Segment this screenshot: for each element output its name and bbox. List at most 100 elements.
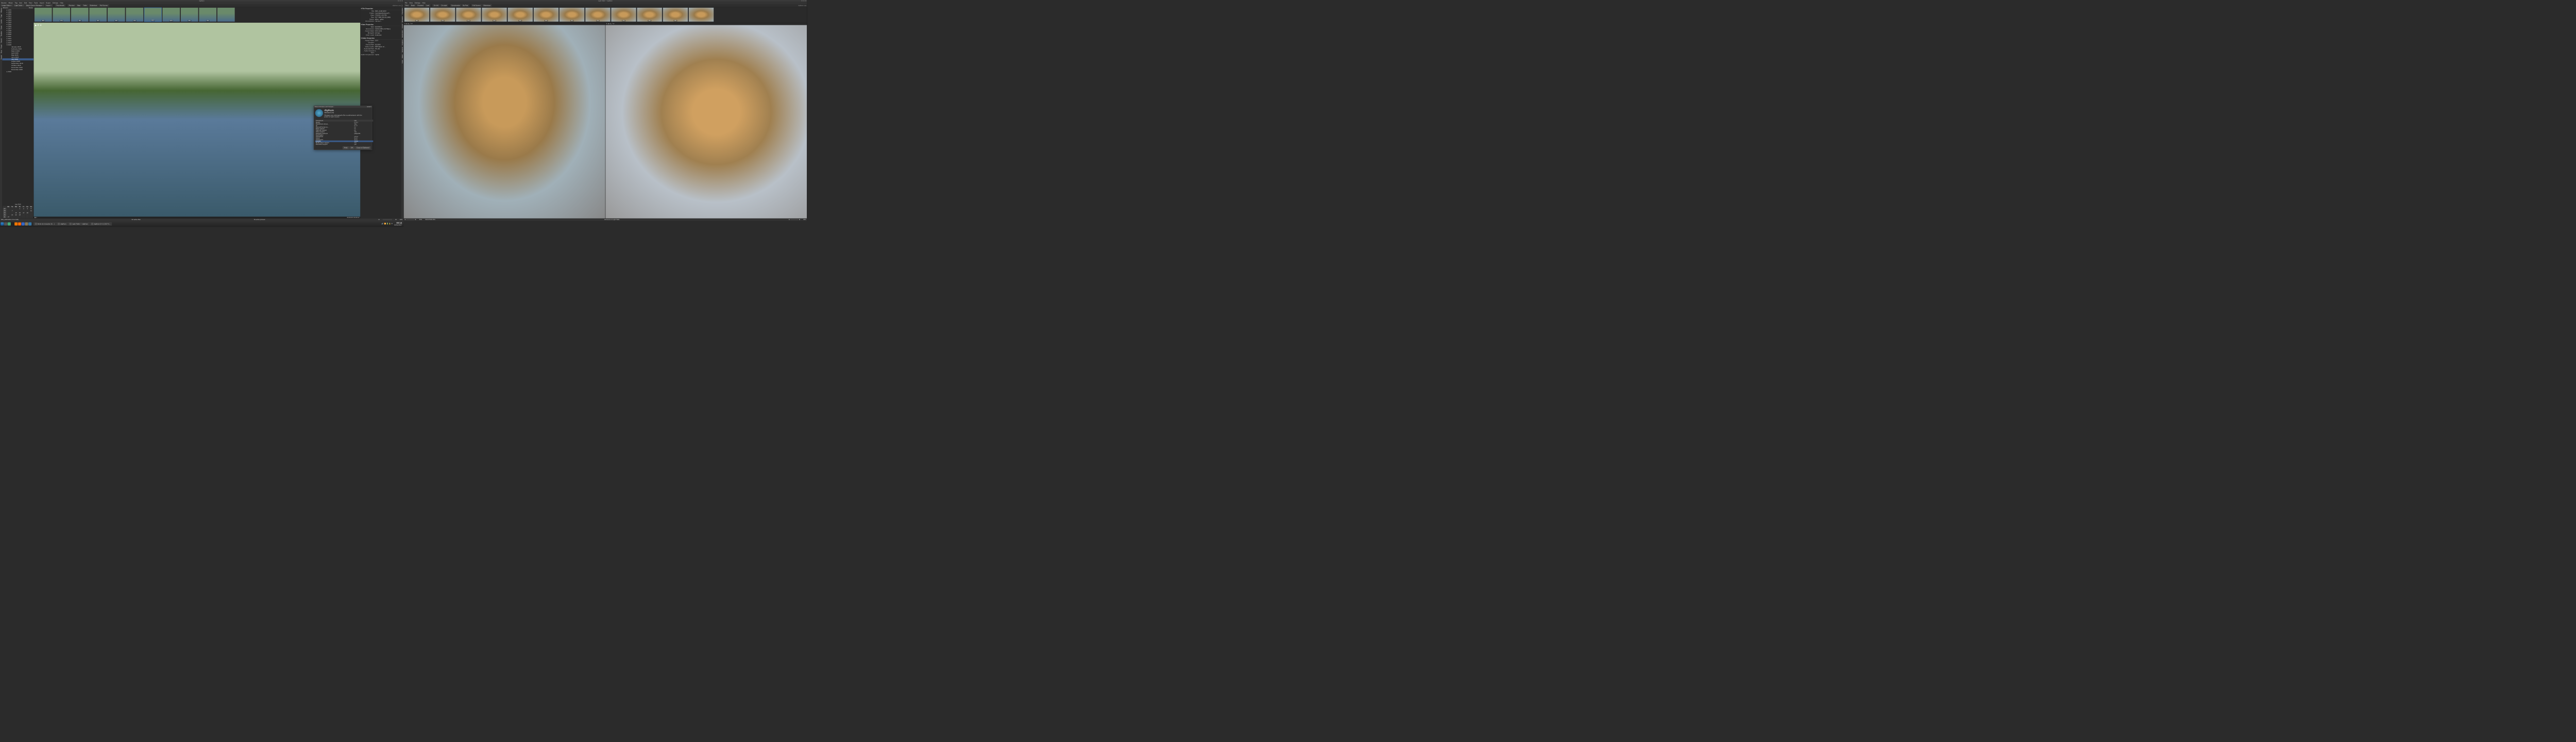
toolbar-batch-queue-manager[interactable]: Batch Queue Manager▾ (25, 4, 44, 7)
toolbar-image-editor[interactable]: Image Editor▾ (1, 4, 13, 7)
menu-tag[interactable]: Tag (15, 2, 18, 4)
thumbnail[interactable]: JPG (53, 8, 70, 22)
sidetab-fuzzy[interactable]: Fuzzy (0, 44, 2, 49)
info-icon[interactable]: ⓘ (401, 4, 403, 7)
clock[interactable]: 00:14 10/01/2017 (393, 222, 403, 226)
lt-tb-first[interactable]: First (404, 4, 410, 7)
thumbnail[interactable]: MOV (144, 8, 162, 22)
sidetab-tags[interactable]: Tags (0, 13, 2, 18)
sidetab-search[interactable]: Search (0, 37, 2, 43)
lt-tb-back[interactable]: Back (410, 4, 416, 7)
sidetab-versions[interactable]: Versions (401, 46, 403, 53)
toolbar-slideshow[interactable]: Slideshow (89, 4, 98, 7)
sidetab-geolocation[interactable]: Geolocation (401, 29, 403, 38)
min-icon[interactable] (801, 0, 802, 1)
about-dialog[interactable]: Shared Libraries and Compon...⊝ ⊕ ✕ digi… (314, 106, 372, 150)
org-link[interactable]: digikam.org (393, 5, 401, 6)
sidetab-colors[interactable]: Colors (401, 23, 403, 29)
component-table[interactable]: ComponentInfoMarble0.24.1Parallelized de… (315, 120, 374, 145)
thumbnail[interactable]: MOV (162, 8, 180, 22)
close-icon[interactable] (401, 0, 402, 1)
tray-icon[interactable]: 🔒 (389, 223, 391, 225)
filemanager-icon[interactable] (8, 222, 11, 225)
menu-edit[interactable]: Edit (24, 2, 27, 4)
terminal-icon[interactable] (11, 222, 14, 225)
hexchat-icon[interactable] (28, 222, 31, 225)
toolbar-table[interactable]: Table (82, 4, 88, 7)
vlc-icon[interactable] (14, 222, 18, 225)
thumbnail[interactable] (217, 8, 235, 22)
menu-view[interactable]: View (29, 2, 32, 4)
thumbnail[interactable]: JPG (585, 8, 611, 22)
menu-tools[interactable]: Tools (34, 2, 38, 4)
thumbnail[interactable]: JPG (507, 8, 533, 22)
calendar[interactable]: July 2015 MoTuWeThFrSaSu2712352871129151… (2, 203, 33, 218)
play-icon[interactable]: ▶ ⟳ ✕ (35, 24, 42, 27)
lt-menu-file[interactable]: File (405, 2, 408, 4)
tray-icon[interactable]: ⬆ (392, 223, 393, 225)
org-link[interactable]: digikam.org (798, 5, 806, 6)
thumbstrip[interactable]: JPGJPGJPGJPGJPGJPGMOVMOVJPGJPG (33, 7, 360, 23)
firefox-icon[interactable] (18, 222, 21, 225)
tray-icon[interactable]: 📶 (384, 223, 386, 225)
thumbnail[interactable]: JPG (108, 8, 125, 22)
thumbnail[interactable]: JPG (71, 8, 89, 22)
max-icon[interactable] (803, 0, 804, 1)
help-button[interactable]: Help (343, 146, 349, 149)
lt-tb-slideshow[interactable]: Slideshow (482, 4, 492, 7)
sidetab-timeline[interactable]: Timeline (0, 30, 2, 37)
task-item[interactable]: Light Table — digiKam (68, 222, 90, 225)
menu-item[interactable]: Item (19, 2, 22, 4)
thumbnail[interactable]: JPG (89, 8, 107, 22)
lt-left-image[interactable] (404, 25, 605, 218)
lt-tb-on-left[interactable]: On left (433, 4, 439, 7)
cal-day[interactable]: 27 (7, 216, 10, 218)
date-tree[interactable]: ▸ 1970▸ 1999▸ 2000▸ 2001▸ 2002▸ 2003▸ 20… (2, 9, 33, 203)
thumbnail[interactable]: JPG (611, 8, 636, 22)
sidetab-tools[interactable]: Tools (401, 59, 403, 64)
task-item[interactable]: Boîte de réception (6... ) (33, 222, 56, 225)
thumbnail[interactable]: JPG (534, 8, 559, 22)
thumbnail[interactable] (689, 8, 714, 22)
close-icon[interactable] (805, 0, 806, 1)
menu-export[interactable]: Export (46, 2, 50, 4)
sidetab-labels[interactable]: Labels (0, 19, 2, 25)
sidetab-people[interactable]: People (0, 54, 2, 60)
sidetab-captions[interactable]: Captions (401, 39, 403, 46)
thunderbird-icon[interactable] (22, 222, 25, 225)
toolbar-map[interactable]: Map (76, 4, 81, 7)
sidetab-filters[interactable]: Filters (401, 54, 403, 59)
lt-tb-by-pair[interactable]: By Pair (462, 4, 469, 7)
sidetab-map[interactable]: Map (0, 49, 2, 54)
sidetab-metadata[interactable]: Metadata (401, 15, 403, 23)
menu-settings[interactable]: Settings (53, 2, 58, 4)
sidetab-properties[interactable]: Properties (401, 7, 403, 15)
lt-tb-last[interactable]: Last (425, 4, 430, 7)
menu-browse[interactable]: Browse (1, 2, 6, 4)
min-icon[interactable] (398, 0, 399, 1)
tray-icon[interactable]: 🔊 (382, 223, 384, 225)
lt-right-image[interactable] (605, 25, 807, 218)
zoom-slider[interactable] (383, 219, 392, 220)
zoom-slider-right[interactable]: ⊖⊕ (789, 219, 800, 221)
lt-menu-help[interactable]: Help (422, 2, 425, 4)
thumbnail[interactable]: JPG (35, 8, 52, 22)
gimp-icon[interactable] (25, 222, 28, 225)
toolbar-thumbnails[interactable]: Thumbnails (55, 4, 65, 7)
thumbnail[interactable]: JPG (181, 8, 198, 22)
sidetab-albums[interactable]: Albums (0, 7, 2, 13)
lt-thumbstrip[interactable]: JPGJPGJPGJPGJPGJPGJPGJPGJPGJPGJPG (403, 7, 807, 23)
task-item[interactable]: digiKam (56, 222, 67, 225)
taskbar[interactable]: Boîte de réception (6... )digiKamLight T… (0, 221, 403, 227)
toolbar-import[interactable]: Import▾ (45, 4, 53, 7)
sidetab-dates[interactable]: Dates (0, 25, 2, 30)
lt-tb-on-right[interactable]: On right (440, 4, 448, 7)
thumbnail[interactable]: JPG (663, 8, 688, 22)
lt-tb-full-screen[interactable]: Full Screen (471, 4, 482, 7)
thumbnail[interactable]: JPG (637, 8, 662, 22)
about-row[interactable]: Panorama supportyes (315, 144, 374, 145)
desktop-icon[interactable] (4, 222, 7, 225)
menu-import[interactable]: Import (40, 2, 44, 4)
task-item[interactable]: digiKam 5.4.1-2017-0... (90, 222, 112, 225)
year-2016[interactable]: ▸ 2016 (2, 71, 33, 73)
